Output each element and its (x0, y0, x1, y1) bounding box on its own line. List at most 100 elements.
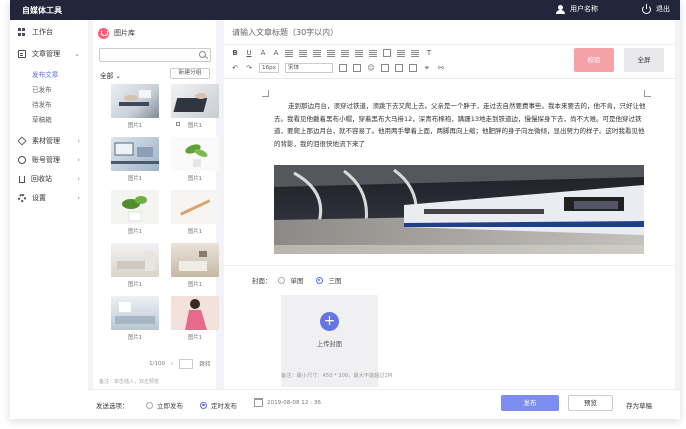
thumbnail-image[interactable] (171, 84, 219, 118)
train-station-image[interactable] (274, 165, 644, 254)
thumbnail-image[interactable] (111, 137, 159, 171)
thumbnail-label: 图片1 (187, 335, 203, 341)
thumbnail-image[interactable] (111, 84, 159, 118)
save-draft-button[interactable]: 存为草稿 (626, 400, 652, 410)
align-left-icon[interactable] (285, 49, 293, 57)
bottom-bar: 发送选项： 立即发布 定时发布 2019-08-08 12 : 36 发布 预览… (88, 389, 680, 419)
align-right-icon[interactable] (313, 49, 321, 57)
sidebar-item-dashboard[interactable]: 工作台 (10, 24, 88, 40)
sidebar-subitem-pending[interactable]: 待发布 (32, 99, 52, 109)
align-center-icon[interactable] (299, 49, 307, 57)
thumbnail-checkbox[interactable] (176, 122, 180, 126)
line-height-icon[interactable] (383, 49, 391, 57)
library-header: 图片库 (93, 26, 216, 40)
material-icon (17, 136, 27, 146)
chevron-right-icon: › (77, 194, 80, 202)
underline-icon[interactable]: U (245, 49, 253, 57)
divider (224, 265, 675, 266)
publish-now-option[interactable]: 立即发布 (146, 400, 183, 410)
search-icon[interactable] (199, 51, 206, 58)
hands-laptop-image (119, 90, 151, 106)
music-icon[interactable] (408, 64, 417, 72)
thumbnail-image[interactable] (171, 296, 219, 330)
chevron-right-icon: › (77, 156, 80, 164)
font-size-icon[interactable]: A (273, 49, 279, 57)
thumbnail-image[interactable] (111, 190, 159, 224)
scheduled-option[interactable]: 定时发布 (200, 400, 237, 410)
sidebar-item-articles[interactable]: 文章管理 ⌄ (10, 46, 88, 62)
account-icon (18, 156, 26, 164)
preview-button[interactable]: 预览 (568, 395, 613, 411)
jump-button[interactable]: 跳转 (199, 360, 210, 368)
cover-single-radio[interactable] (277, 276, 285, 284)
sidebar-item-label: 设置 (32, 194, 46, 202)
quote-icon[interactable] (411, 49, 419, 57)
username: 用户名称 (570, 5, 598, 13)
calendar-icon[interactable] (254, 398, 263, 407)
sidebar-item-label: 文章管理 (32, 50, 60, 58)
logout-label: 退出 (656, 5, 670, 13)
article-body[interactable]: 走到那边月台，须穿过铁道，须跳下去又爬上去。父亲是一个胖子，走过去自然要费事些。… (274, 100, 646, 150)
sidebar-item-label: 账号管理 (32, 156, 60, 164)
indent-icon[interactable] (341, 49, 349, 57)
bold-icon[interactable]: B (231, 49, 239, 57)
thumbnail-label: 图片1 (127, 335, 143, 341)
scheduled-radio[interactable] (200, 401, 207, 409)
outdent-icon[interactable] (355, 49, 363, 57)
title-input[interactable]: 请输入文章标题（30字以内） (232, 27, 338, 38)
link-icon[interactable]: ⚭ (423, 64, 431, 72)
chevron-right-icon[interactable]: › (171, 361, 173, 367)
typing-laptop-image (173, 93, 208, 112)
scheduled-label: 定时发布 (211, 402, 237, 410)
font-size-select[interactable]: 16px (259, 63, 279, 73)
chevron-right-icon: › (77, 137, 80, 145)
send-options-label: 发送选项： (96, 402, 129, 410)
cover-triple-radio[interactable] (315, 276, 323, 284)
align-justify-icon[interactable] (327, 49, 335, 57)
chevron-right-icon: › (77, 175, 80, 183)
new-group-button[interactable]: 新建分组 (170, 68, 210, 79)
font-color-icon[interactable]: A (259, 49, 267, 57)
thumbnail-image[interactable] (171, 190, 219, 224)
thumbnail-image[interactable] (171, 137, 219, 171)
publish-button[interactable]: 发布 (501, 395, 559, 411)
filter-label: 全部 (100, 72, 114, 80)
user-menu[interactable]: 用户名称 (556, 4, 598, 14)
fullscreen-button[interactable]: 全屏 (624, 48, 664, 72)
font-family-select[interactable]: 宋体 (284, 63, 333, 73)
image-icon[interactable] (380, 64, 389, 72)
format-paint-icon[interactable] (338, 64, 347, 72)
check-button[interactable]: 校验 (574, 48, 614, 72)
library-filter-dropdown[interactable]: 全部 ⌄ (100, 70, 121, 80)
thumbnail-image[interactable] (171, 243, 219, 277)
dashboard-icon (18, 28, 26, 36)
table-icon[interactable] (352, 64, 361, 72)
sidebar-item-accounts[interactable]: 账号管理 › (10, 152, 88, 168)
settings-icon (18, 194, 26, 202)
article-icon (18, 50, 26, 58)
thumbnail-label: 图片1 (187, 282, 203, 288)
clear-format-icon[interactable]: T (425, 49, 433, 57)
unlink-icon[interactable]: ⚯ (437, 64, 445, 72)
list-icon[interactable] (369, 49, 377, 57)
publish-now-radio[interactable] (146, 401, 153, 409)
thumbnail-image[interactable] (111, 296, 159, 330)
logout-button[interactable]: 退出 (642, 3, 670, 14)
emoji-icon[interactable]: ☺ (367, 64, 375, 72)
sidebar-item-settings[interactable]: 设置 › (10, 190, 88, 206)
sidebar-item-materials[interactable]: 素材管理 › (10, 133, 88, 149)
library-search-input[interactable] (100, 49, 195, 61)
cover-triple-label: 三图 (328, 277, 342, 285)
video-icon[interactable] (394, 64, 403, 72)
sidebar-subitem-published[interactable]: 已发布 (32, 84, 52, 94)
redo-icon[interactable]: ↷ (245, 64, 253, 72)
page-input[interactable] (179, 359, 194, 369)
sidebar-item-recycle[interactable]: 回收站 › (10, 171, 88, 187)
sidebar-subitem-publish[interactable]: 发布文章 (32, 69, 58, 79)
schedule-datetime[interactable]: 2019-08-08 12 : 36 (267, 400, 321, 406)
paragraph-icon[interactable] (397, 49, 405, 57)
undo-icon[interactable]: ↶ (231, 64, 239, 72)
cover-options: 封面： 单图 三图 (252, 275, 342, 285)
thumbnail-image[interactable] (111, 243, 159, 277)
sidebar-subitem-drafts[interactable]: 草稿箱 (32, 114, 52, 124)
